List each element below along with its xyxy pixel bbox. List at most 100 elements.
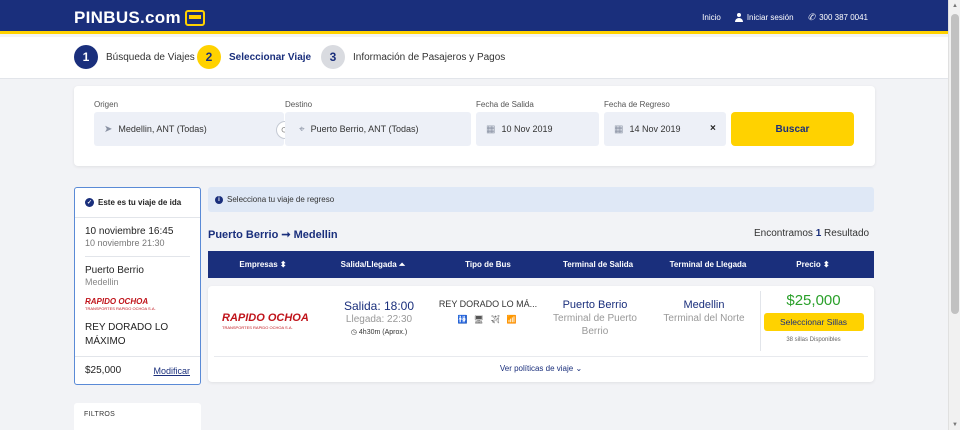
row-company-sub: TRANSPORTES RAPIDO OCHOA S.A.	[222, 325, 293, 330]
col-salida-llegada[interactable]: Salida/Llegada ⏶	[333, 260, 413, 270]
chevron-down-icon: ⌄	[575, 364, 583, 373]
company-logo-sub: TRANSPORTES RAPIDO OCHOA S.A.	[85, 306, 156, 311]
company-logo-text: RAPIDO OCHOA	[85, 297, 149, 306]
modify-link[interactable]: Modificar	[153, 366, 190, 376]
divider	[214, 356, 868, 357]
found-suffix: Resultado	[824, 228, 870, 239]
row-company-logo: RAPIDO OCHOA TRANSPORTES RAPIDO OCHOA S.…	[222, 312, 320, 330]
row-duration: ◷ 4h30m (Aprox.)	[342, 328, 416, 336]
info-icon: i	[215, 195, 223, 204]
row-departure: Salida: 18:00	[343, 299, 415, 313]
departure-date-field[interactable]: ▦ 10 Nov 2019	[476, 112, 599, 146]
row-duration-text: 4h30m (Aprox.)	[358, 329, 408, 336]
step-label: Información de Pasajeros y Pagos	[353, 51, 506, 63]
trip-arrival-date: 10 noviembre 21:30	[85, 238, 165, 248]
col-precio[interactable]: Precio ⬍	[768, 260, 858, 269]
origin-field[interactable]: ➤ Medellin, ANT (Todas)	[94, 112, 284, 146]
select-seats-button[interactable]: Seleccionar Sillas	[763, 313, 864, 331]
destination-field[interactable]: ⌖ Puerto Berrio, ANT (Todas)	[285, 112, 471, 146]
row-times: Salida: 18:00 Llegada: 22:30 ◷ 4h30m (Ap…	[342, 299, 416, 336]
result-row: RAPIDO OCHOA TRANSPORTES RAPIDO OCHOA S.…	[208, 286, 874, 382]
nav-login[interactable]: Iniciar sesión	[734, 13, 794, 22]
step-label: Seleccionar Viaje	[229, 51, 312, 63]
step-busqueda[interactable]: 1 Búsqueda de Viajes	[74, 45, 195, 69]
search-form: Origen ➤ Medellin, ANT (Todas) ⟳ Destino…	[74, 86, 875, 166]
row-arr-terminal-name: Terminal del Norte	[663, 313, 745, 324]
row-price: $25,000	[786, 292, 841, 309]
step-pagos[interactable]: 3 Información de Pasajeros y Pagos	[321, 45, 505, 69]
calendar-icon: ▦	[614, 123, 624, 135]
clock-icon: ◷	[350, 329, 357, 336]
trip-price: $25,000	[85, 365, 122, 376]
results-table-header: Empresas ⬍ Salida/Llegada ⏶ Tipo de Bus …	[208, 251, 874, 278]
row-company-text: RAPIDO OCHOA	[222, 312, 309, 324]
step-number: 2	[197, 45, 221, 69]
found-count: 1	[815, 228, 822, 239]
trip-departure-date: 10 noviembre 16:45	[85, 226, 174, 237]
filters-panel[interactable]: FILTROS	[74, 403, 201, 430]
row-dep-city: Puerto Berrio	[562, 299, 628, 311]
ret-date-label: Fecha de Regreso	[604, 100, 670, 109]
login-label: Iniciar sesión	[746, 13, 794, 22]
bus-icon	[184, 10, 205, 26]
scrollbar-thumb[interactable]	[951, 14, 959, 314]
step-number: 3	[321, 45, 345, 69]
step-label: Búsqueda de Viajes	[106, 51, 195, 63]
route-title: Puerto Berrio ➞ Medellin	[208, 229, 338, 241]
row-bus: REY DORADO LO MÁ... 🚻 🖥 ✈ 📶	[436, 299, 540, 324]
outbound-trip-card: ✓ Este es tu viaje de ida 10 noviembre 1…	[74, 187, 201, 385]
trip-bus-type: REY DORADO LO MÁXIMO	[85, 322, 169, 347]
row-bus-type: REY DORADO LO MÁ...	[438, 299, 538, 309]
amenities-icons: 🚻 🖥 ✈ 📶	[457, 315, 519, 324]
filters-title: FILTROS	[84, 411, 116, 418]
logo-text: PINBUS.com	[74, 8, 181, 27]
row-price-col: $25,000 Seleccionar Sillas 38 sillas Dis…	[760, 291, 866, 351]
policies-link[interactable]: Ver políticas de viaje ⌄	[208, 364, 874, 373]
origin-label: Origen	[94, 100, 119, 109]
out-date-label: Fecha de Salida	[476, 100, 534, 109]
phone-label: 300 387 0041	[819, 13, 868, 22]
user-icon	[734, 13, 743, 22]
nav-inicio[interactable]: Inicio	[702, 13, 721, 22]
divider	[85, 256, 190, 257]
step-number: 1	[74, 45, 98, 69]
col-terminal-llegada: Terminal de Llegada	[669, 260, 747, 269]
calendar-icon: ▦	[486, 123, 496, 135]
top-bar: PINBUS.com Inicio Iniciar sesión ✆ 300 3…	[0, 0, 948, 34]
return-date-field[interactable]: ▦ 14 Nov 2019	[604, 112, 726, 146]
step-seleccionar[interactable]: 2 Seleccionar Viaje	[197, 45, 311, 69]
col-empresas[interactable]: Empresas ⬍	[208, 260, 318, 269]
row-dep-terminal-name: Terminal de Puerto Berrio	[553, 313, 637, 337]
clear-return-date-icon[interactable]: ×	[710, 123, 716, 134]
pinbus-logo[interactable]: PINBUS.com	[74, 8, 205, 28]
col-terminal-salida: Terminal de Salida	[562, 260, 634, 269]
results-count: Encontramos 1 Resultado	[754, 228, 869, 239]
row-arr-city: Medellin	[683, 299, 725, 311]
out-date-value: 10 Nov 2019	[501, 124, 553, 134]
col-tipo-bus: Tipo de Bus	[465, 260, 511, 269]
top-nav: Inicio Iniciar sesión ✆ 300 387 0041	[702, 12, 868, 23]
trip-city-sub: Medellin	[85, 277, 119, 287]
steps-bar: 1 Búsqueda de Viajes 2 Seleccionar Viaje…	[0, 37, 948, 79]
trip-card-title: Este es tu viaje de ida	[98, 198, 182, 207]
trip-city: Puerto Berrio	[85, 265, 144, 276]
row-arr-terminal: Medellin Terminal del Norte	[655, 299, 753, 325]
location-arrow-icon: ➤	[104, 123, 113, 135]
nav-phone[interactable]: ✆ 300 387 0041	[808, 12, 868, 23]
phone-icon: ✆	[807, 12, 816, 22]
policies-text: Ver políticas de viaje	[499, 364, 574, 373]
dest-value: Puerto Berrio, ANT (Todas)	[310, 124, 419, 134]
trip-card-header: ✓ Este es tu viaje de ida	[75, 188, 200, 218]
map-pin-icon: ⌖	[299, 123, 305, 135]
row-arrival: Llegada: 22:30	[345, 314, 413, 325]
search-button[interactable]: Buscar	[731, 112, 854, 146]
scroll-down-icon[interactable]: ▼	[952, 422, 958, 428]
found-prefix: Encontramos	[754, 228, 813, 239]
notice-text: Selecciona tu viaje de regreso	[227, 195, 335, 204]
row-dep-terminal: Puerto Berrio Terminal de Puerto Berrio	[546, 299, 644, 338]
dest-label: Destino	[285, 100, 313, 109]
page-scrollbar[interactable]: ▲ ▼	[948, 0, 960, 430]
row-seats-available: 38 sillas Disponibles	[786, 337, 841, 343]
origin-value: Medellin, ANT (Todas)	[118, 124, 207, 134]
scroll-up-icon[interactable]: ▲	[952, 3, 958, 9]
